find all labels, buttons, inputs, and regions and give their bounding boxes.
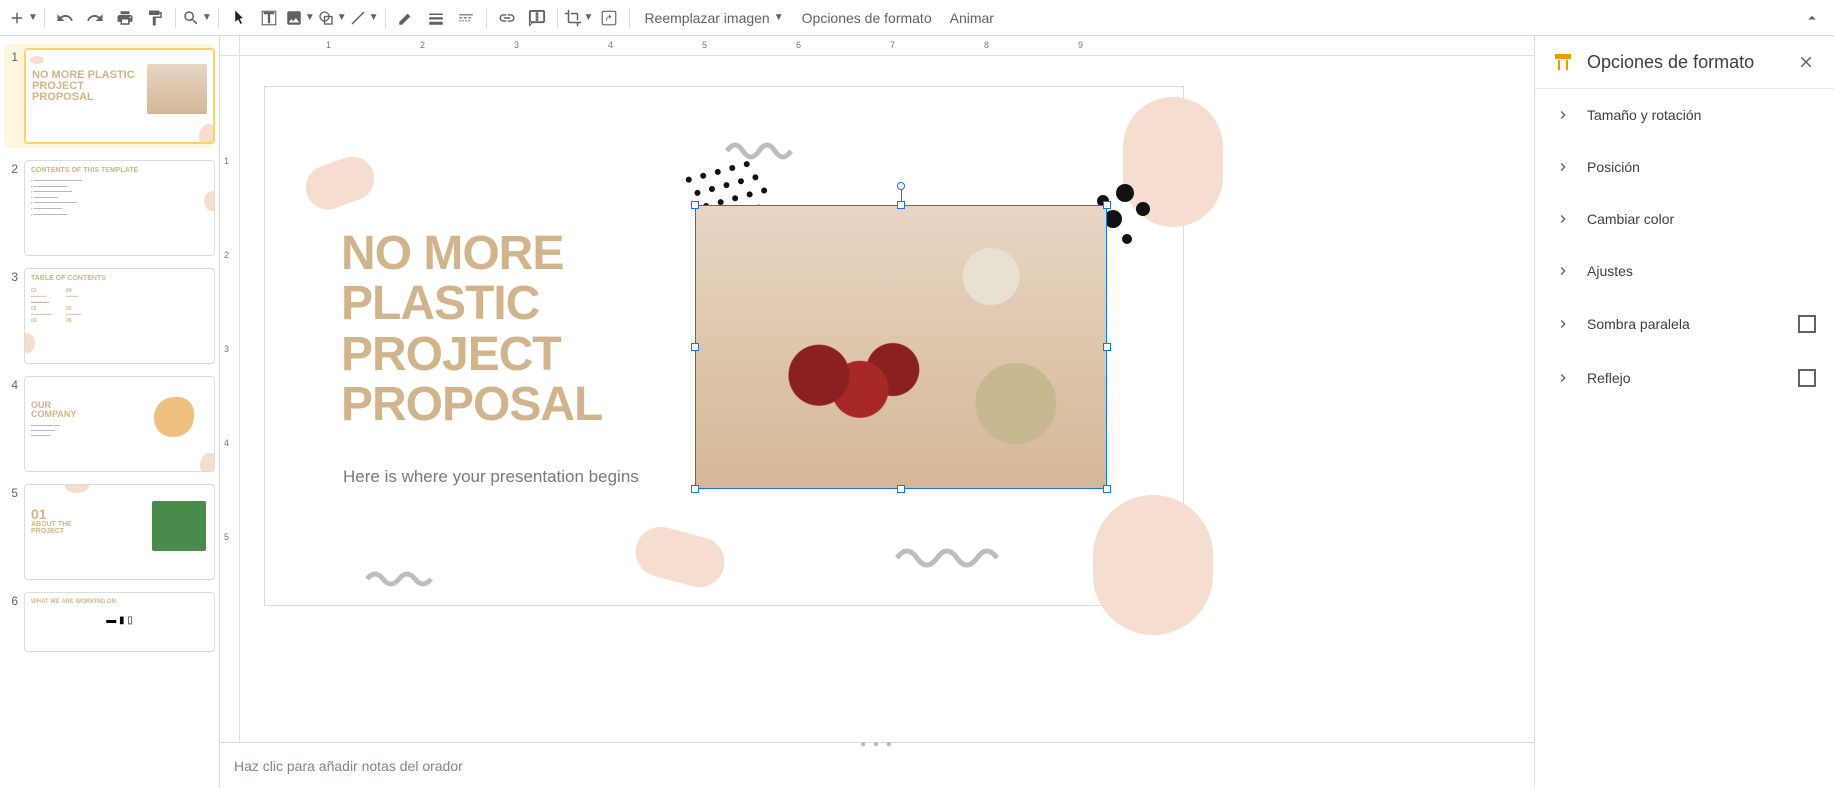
format-options-icon <box>1551 50 1575 74</box>
slide-canvas[interactable]: NO MORE PLASTIC PROJECT PROPOSAL Here is… <box>264 86 1184 606</box>
replace-image-button[interactable]: Reemplazar imagen▼ <box>636 4 791 32</box>
section-reflection[interactable]: Reflejo <box>1535 351 1834 405</box>
slide-thumb-3[interactable]: TABLE OF CONTENTS 01━━━━━━━━━━━02━━━━━━━… <box>24 268 215 364</box>
border-color-button[interactable] <box>392 4 420 32</box>
animate-button[interactable]: Animar <box>942 4 1002 32</box>
new-slide-button[interactable]: ▼ <box>8 4 38 32</box>
slide-thumb-6[interactable]: WHAT WE ARE WORKING ON ▬ ▮ ▯ <box>24 592 215 652</box>
chevron-right-icon <box>1553 370 1573 386</box>
ruler-vertical: 1 2 3 4 5 <box>220 56 240 742</box>
format-options-button[interactable]: Opciones de formato <box>794 4 940 32</box>
link-button[interactable] <box>493 4 521 32</box>
textbox-tool[interactable] <box>255 4 283 32</box>
print-button[interactable] <box>111 4 139 32</box>
resize-handle[interactable] <box>691 485 699 493</box>
reflection-checkbox[interactable] <box>1798 369 1816 387</box>
collapse-toolbar-button[interactable] <box>1798 4 1826 32</box>
section-adjustments[interactable]: Ajustes <box>1535 245 1834 297</box>
drop-shadow-checkbox[interactable] <box>1798 315 1816 333</box>
resize-handle[interactable] <box>1103 343 1111 351</box>
squiggle-decoration <box>365 567 435 589</box>
slide-panel[interactable]: 1 NO MORE PLASTIC PROJECT PROPOSAL 2 CON… <box>0 36 220 788</box>
canvas-area: 1 2 3 4 5 6 7 8 9 1 2 3 4 5 <box>220 36 1534 788</box>
section-size-rotation[interactable]: Tamaño y rotación <box>1535 89 1834 141</box>
decoration-blob <box>1093 495 1213 635</box>
slide-title[interactable]: NO MORE PLASTIC PROJECT PROPOSAL <box>341 229 602 431</box>
slide-number: 4 <box>4 376 24 472</box>
line-tool[interactable]: ▼ <box>349 4 379 32</box>
image-tool[interactable]: ▼ <box>285 4 315 32</box>
section-recolor[interactable]: Cambiar color <box>1535 193 1834 245</box>
shape-tool[interactable]: ▼ <box>317 4 347 32</box>
chevron-right-icon <box>1553 211 1573 227</box>
resize-handle[interactable] <box>1103 201 1111 209</box>
section-drop-shadow[interactable]: Sombra paralela <box>1535 297 1834 351</box>
speaker-notes[interactable]: ● ● ● Haz clic para añadir notas del ora… <box>220 742 1534 788</box>
border-dash-button[interactable] <box>452 4 480 32</box>
slide-thumb-2[interactable]: CONTENTS OF THIS TEMPLATE ▪ ━━━━━━━━━━━━… <box>24 160 215 256</box>
chevron-right-icon <box>1553 107 1573 123</box>
close-sidebar-button[interactable] <box>1794 50 1818 74</box>
crop-button[interactable]: ▼ <box>564 4 594 32</box>
reset-image-button[interactable] <box>595 4 623 32</box>
redo-button[interactable] <box>81 4 109 32</box>
slide-number: 2 <box>4 160 24 256</box>
comment-button[interactable] <box>523 4 551 32</box>
slide-number: 3 <box>4 268 24 364</box>
format-options-sidebar: Opciones de formato Tamaño y rotación Po… <box>1534 36 1834 788</box>
resize-handle[interactable] <box>897 485 905 493</box>
resize-handle[interactable] <box>691 343 699 351</box>
section-position[interactable]: Posición <box>1535 141 1834 193</box>
resize-handle[interactable] <box>1103 485 1111 493</box>
chevron-right-icon <box>1553 316 1573 332</box>
decoration-blob <box>630 521 730 593</box>
slide-number: 5 <box>4 484 24 580</box>
resize-handle[interactable] <box>691 201 699 209</box>
decoration-blob <box>300 150 381 215</box>
sidebar-title: Opciones de formato <box>1587 52 1782 73</box>
undo-button[interactable] <box>51 4 79 32</box>
slide-number: 6 <box>4 592 24 652</box>
selected-image[interactable] <box>695 205 1107 489</box>
chevron-right-icon <box>1553 159 1573 175</box>
notes-resize-handle[interactable]: ● ● ● <box>860 739 894 750</box>
slide-thumb-1[interactable]: NO MORE PLASTIC PROJECT PROPOSAL <box>24 48 215 144</box>
border-weight-button[interactable] <box>422 4 450 32</box>
resize-handle[interactable] <box>897 201 905 209</box>
slide-number: 1 <box>4 48 24 144</box>
squiggle-decoration <box>895 542 1005 572</box>
toolbar: ▼ ▼ ▼ ▼ ▼ ▼ Reemplazar imagen▼ Opciones … <box>0 0 1834 36</box>
ruler-horizontal: 1 2 3 4 5 6 7 8 9 <box>240 36 1534 56</box>
chevron-right-icon <box>1553 263 1573 279</box>
select-tool[interactable] <box>225 4 253 32</box>
slide-thumb-4[interactable]: OURCOMPANY ━━━━━━━━━━━━━━━━━━━━━━━━━━━━━… <box>24 376 215 472</box>
paint-format-button[interactable] <box>141 4 169 32</box>
slide-thumb-5[interactable]: 01 ABOUT THEPROJECT <box>24 484 215 580</box>
zoom-button[interactable]: ▼ <box>182 4 212 32</box>
rotation-handle[interactable] <box>897 182 905 190</box>
slide-subtitle[interactable]: Here is where your presentation begins <box>343 467 639 487</box>
